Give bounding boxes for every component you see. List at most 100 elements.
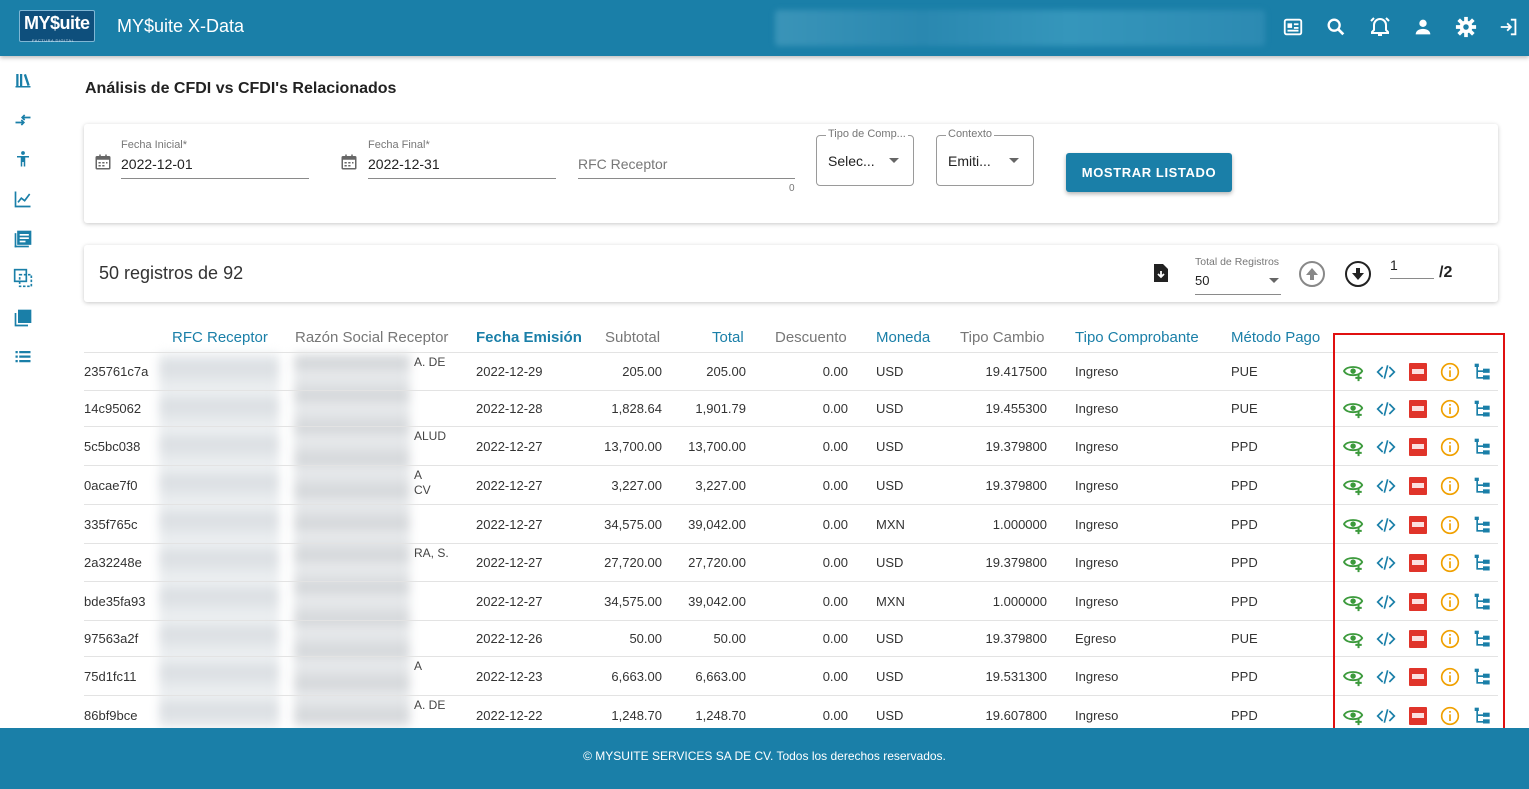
library-icon[interactable] (12, 69, 34, 91)
compare-arrows-icon[interactable] (12, 109, 34, 131)
mysuite-logo[interactable]: MY$uite FACTURA DIGITAL (19, 10, 95, 43)
actions-highlight-box (1333, 333, 1505, 741)
cell-metodo-pago: PUE (1231, 364, 1258, 379)
cell-moneda: USD (876, 401, 904, 416)
cell-tipo-comprobante: Egreso (1075, 631, 1117, 646)
search-icon[interactable] (1323, 14, 1349, 40)
table-row[interactable]: 235761c7a 2022-12-29 205.00 205.00 0.00 USD 19… (84, 352, 1498, 390)
copy-icon[interactable] (12, 267, 34, 289)
header-moneda[interactable]: Moneda (876, 329, 930, 346)
table-row[interactable]: 2a32248e 2022-12-27 27,720.00 27,720.00 0.00… (84, 543, 1498, 581)
cell-total: 50.00 (713, 631, 746, 646)
company-selector-redacted[interactable] (775, 10, 1265, 46)
cell-total: 13,700.00 (688, 439, 746, 454)
cell-uuid: 5c5bc038 (84, 439, 141, 454)
cell-descuento: 0.00 (822, 478, 848, 493)
cell-tipo-comprobante: Ingreso (1075, 401, 1119, 416)
cell-moneda: USD (876, 439, 904, 454)
cell-descuento: 0.00 (822, 708, 848, 723)
header-rfc-receptor[interactable]: RFC Receptor (172, 329, 268, 346)
cell-tipo-comprobante: Ingreso (1075, 364, 1119, 379)
cell-uuid: 2a32248e (84, 555, 142, 570)
table-row[interactable]: 75d1fc11 2022-12-23 6,663.00 6,663.00 0.00 US… (84, 656, 1498, 695)
cell-tipo-cambio: 19.379800 (985, 439, 1047, 454)
records-summary: 50 registros de 92 (99, 263, 244, 283)
table-row[interactable]: 5c5bc038 2022-12-27 13,700.00 13,700.00 0.00… (84, 426, 1498, 465)
cell-subtotal: 205.00 (622, 364, 662, 379)
accessibility-icon[interactable] (12, 148, 34, 170)
cell-fecha-emision: 2022-12-22 (476, 708, 543, 723)
gear-icon[interactable] (1453, 14, 1479, 40)
table-row[interactable]: 0acae7f0 2022-12-27 3,227.00 3,227.00 0.00 US… (84, 465, 1498, 504)
cell-total: 205.00 (706, 364, 746, 379)
cell-tipo-cambio: 19.531300 (985, 669, 1047, 684)
header-razon-social[interactable]: Razón Social Receptor (295, 329, 448, 346)
cell-descuento: 0.00 (822, 669, 848, 684)
header-total[interactable]: Total (712, 329, 744, 346)
cell-razon-social: ALUD (414, 429, 447, 443)
fecha-final-input[interactable]: 2022-12-31 (368, 156, 440, 172)
table-row[interactable]: 14c95062 2022-12-28 1,828.64 1,901.79 0.00 US… (84, 390, 1498, 426)
cell-subtotal: 34,575.00 (604, 517, 662, 532)
cell-total: 3,227.00 (695, 478, 746, 493)
chevron-down-icon[interactable] (1269, 278, 1279, 283)
list-icon[interactable] (12, 346, 34, 368)
calendar-icon[interactable] (94, 153, 112, 171)
cell-uuid: 0acae7f0 (84, 478, 138, 493)
cell-total: 27,720.00 (688, 555, 746, 570)
header-tipo-comprobante[interactable]: Tipo Comprobante (1075, 329, 1199, 346)
cell-descuento: 0.00 (822, 439, 848, 454)
fecha-inicial-input[interactable]: 2022-12-01 (121, 156, 193, 172)
list-book-icon[interactable] (12, 228, 34, 250)
top-app-bar: MY$uite FACTURA DIGITAL MY$uite X-Data (0, 0, 1529, 56)
logo-subtitle: FACTURA DIGITAL (32, 38, 75, 43)
total-registros-value[interactable]: 50 (1195, 273, 1209, 288)
header-metodo-pago[interactable]: Método Pago (1231, 329, 1320, 346)
cell-uuid: 235761c7a (84, 364, 149, 379)
cell-total: 1,901.79 (695, 401, 746, 416)
cell-uuid: 75d1fc11 (84, 669, 137, 684)
cell-subtotal: 1,248.70 (611, 708, 662, 723)
cell-tipo-cambio: 19.379800 (985, 631, 1047, 646)
calendar-icon[interactable] (340, 153, 358, 171)
cell-tipo-comprobante: Ingreso (1075, 708, 1119, 723)
cell-subtotal: 34,575.00 (604, 594, 662, 609)
user-icon[interactable] (1410, 14, 1436, 40)
tipo-comprobante-select[interactable]: Tipo de Comp... Selec... (816, 128, 914, 186)
cell-metodo-pago: PPD (1231, 555, 1258, 570)
alarm-icon[interactable] (1367, 14, 1393, 40)
results-table: RFC Receptor Razón Social Receptor Fecha… (84, 323, 1498, 728)
table-row[interactable]: 335f765c 2022-12-27 34,575.00 39,042.00 0.00… (84, 504, 1498, 543)
chevron-down-icon (1009, 158, 1019, 163)
cell-tipo-comprobante: Ingreso (1075, 478, 1119, 493)
cell-total: 6,663.00 (695, 669, 746, 684)
scroll-down-icon[interactable] (1344, 260, 1372, 288)
cell-tipo-comprobante: Ingreso (1075, 594, 1119, 609)
tipo-comprobante-label: Tipo de Comp... (826, 128, 908, 140)
header-subtotal[interactable]: Subtotal (605, 329, 660, 346)
table-row[interactable]: 97563a2f 2022-12-26 50.00 50.00 0.00 USD 19.37… (84, 620, 1498, 656)
header-fecha-emision[interactable]: Fecha Emisión (476, 329, 582, 346)
cell-metodo-pago: PPD (1231, 708, 1258, 723)
fecha-final-label: Fecha Final* (368, 139, 430, 151)
total-registros-label: Total de Registros (1195, 256, 1280, 268)
table-row[interactable]: bde35fa93 2022-12-27 34,575.00 39,042.00 0.0… (84, 581, 1498, 620)
contexto-select[interactable]: Contexto Emiti... (936, 128, 1034, 186)
scroll-up-icon[interactable] (1298, 260, 1326, 288)
logout-icon[interactable] (1496, 14, 1522, 40)
fecha-inicial-underline (121, 178, 309, 179)
header-descuento[interactable]: Descuento (775, 329, 847, 346)
cell-descuento: 0.00 (822, 401, 848, 416)
footer-copyright: © MYSUITE SERVICES SA DE CV. Todos los d… (583, 749, 946, 763)
contexto-label: Contexto (946, 128, 995, 140)
table-row[interactable]: 86bf9bce 2022-12-22 1,248.70 1,248.70 0.00 US… (84, 695, 1498, 728)
page-current-input[interactable]: 1 (1390, 257, 1398, 273)
library-books-icon[interactable] (12, 307, 34, 329)
header-tipo-cambio[interactable]: Tipo Cambio (960, 329, 1044, 346)
cell-total: 39,042.00 (688, 594, 746, 609)
mostrar-listado-button[interactable]: MOSTRAR LISTADO (1066, 153, 1232, 192)
news-icon[interactable] (1280, 14, 1306, 40)
export-file-icon[interactable] (1153, 263, 1173, 285)
rfc-receptor-input[interactable]: RFC Receptor (578, 156, 667, 172)
chart-line-icon[interactable] (12, 188, 34, 210)
